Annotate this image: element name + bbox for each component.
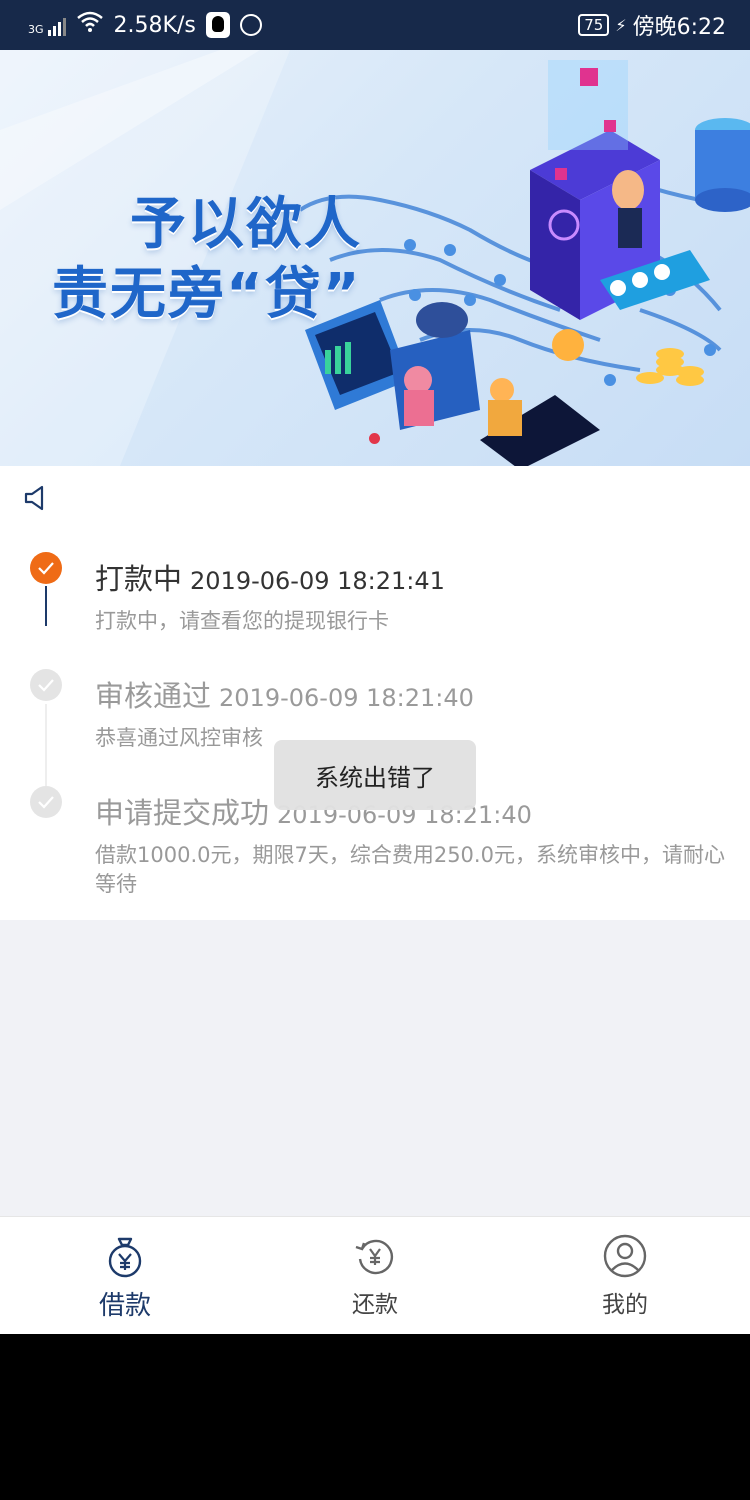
step-description: 借款1000.0元，期限7天，综合费用250.0元，系统审核中，请耐心等待 [95, 843, 725, 896]
error-toast: 系统出错了 [274, 740, 476, 810]
bottom-nav: 借款 还款 我的 [0, 1216, 750, 1334]
step-date: 2019-06-09 18:21:41 [190, 567, 445, 595]
timeline-connector [45, 704, 47, 786]
profile-icon [603, 1234, 647, 1278]
timeline-connector [45, 586, 47, 626]
system-navigation-area [0, 1334, 750, 1500]
banner-line-1: 予以欲人 [130, 192, 362, 257]
step-title-row: 审核通过 2019-06-09 18:21:40 [95, 673, 474, 715]
hand-icon [239, 14, 262, 36]
step-title: 申请提交成功 [95, 796, 270, 830]
tab-label: 借款 [98, 1291, 151, 1321]
promo-banner[interactable]: 予以欲人 责无旁“贷” [0, 50, 750, 466]
signal-icon: 3G [28, 14, 66, 36]
step-status-icon-done [30, 669, 62, 701]
tab-repay[interactable]: 还款 [250, 1217, 500, 1335]
status-bar: 3G 2.58K/s 75 ⚡ 傍晚6:22 [0, 0, 750, 50]
banner-indicator-dot[interactable] [369, 433, 380, 444]
network-speed: 2.58K/s [113, 12, 196, 38]
clock: 傍晚6:22 [632, 15, 726, 40]
wifi-icon [76, 11, 104, 39]
step-title: 打款中 [95, 562, 183, 596]
charging-icon: ⚡ [615, 15, 627, 35]
step-title: 审核通过 [95, 679, 212, 713]
tab-borrow[interactable]: 借款 [0, 1217, 250, 1335]
money-bag-icon [108, 1237, 142, 1278]
banner-slogan: 予以欲人 责无旁“贷” [52, 190, 362, 330]
step-status-icon-active [30, 552, 62, 584]
status-right: 75 ⚡ 傍晚6:22 [578, 0, 726, 50]
qq-icon [205, 12, 230, 38]
status-left: 3G 2.58K/s [28, 0, 262, 50]
banner-line-2: 责无旁“贷” [52, 262, 362, 327]
tab-label: 还款 [352, 1292, 398, 1318]
tab-profile[interactable]: 我的 [500, 1217, 750, 1335]
speaker-icon[interactable] [22, 484, 50, 512]
step-status-icon-done [30, 786, 62, 818]
step-date: 2019-06-09 18:21:40 [219, 684, 474, 712]
empty-area [0, 920, 750, 1216]
step-description: 打款中，请查看您的提现银行卡 [95, 609, 389, 633]
step-title-row: 打款中 2019-06-09 18:21:41 [95, 556, 445, 598]
repay-icon [355, 1239, 394, 1275]
loan-progress-panel: 打款中 2019-06-09 18:21:41 打款中，请查看您的提现银行卡 审核… [0, 466, 750, 920]
battery-icon: 75 [578, 14, 610, 36]
tab-label: 我的 [602, 1292, 648, 1318]
